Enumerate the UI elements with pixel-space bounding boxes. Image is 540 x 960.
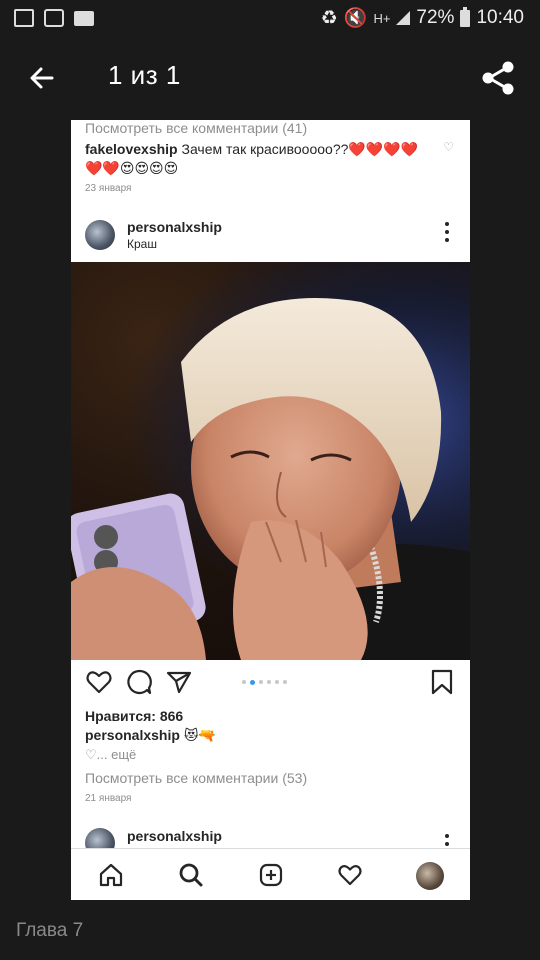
- post-date: 21 января: [85, 793, 132, 804]
- more-options-icon[interactable]: [444, 222, 450, 242]
- music-notification-icon: [44, 9, 64, 27]
- caption-username[interactable]: personalxship: [85, 727, 180, 743]
- bookmark-icon[interactable]: [428, 668, 456, 696]
- caption-more-link[interactable]: ♡... ещё: [85, 747, 136, 763]
- likes-count[interactable]: Нравится: 866: [85, 708, 183, 724]
- comment-icon[interactable]: [125, 668, 153, 696]
- activity-heart-icon[interactable]: [337, 862, 363, 888]
- send-icon[interactable]: [165, 668, 193, 696]
- app-bar: 1 из 1: [0, 42, 540, 114]
- avatar[interactable]: [85, 220, 115, 250]
- search-icon[interactable]: [178, 862, 204, 888]
- post-header: personalxship Краш: [71, 210, 470, 260]
- page-counter-title: 1 из 1: [108, 60, 181, 90]
- post-username[interactable]: personalxship: [127, 219, 222, 235]
- carousel-dot: [242, 680, 246, 684]
- profile-avatar[interactable]: [416, 862, 444, 890]
- bottom-tab-bar: [71, 848, 470, 900]
- chapter-label: Глава 7: [16, 920, 84, 941]
- carousel-indicator: [242, 679, 287, 685]
- share-icon[interactable]: [478, 58, 518, 98]
- carousel-dot: [283, 680, 287, 684]
- post-caption: personalxship 😻🔫: [85, 727, 216, 744]
- instagram-screenshot: Посмотреть все комментарии (41) fakelove…: [71, 120, 470, 900]
- back-arrow-icon[interactable]: [26, 62, 58, 94]
- network-type: H+: [373, 10, 391, 26]
- caption-text: 😻🔫: [183, 727, 216, 743]
- next-post-header: personalxship: [71, 820, 470, 858]
- battery-icon: [460, 6, 471, 27]
- comment-like-icon[interactable]: ♡: [443, 140, 454, 154]
- view-all-comments-link[interactable]: Посмотреть все комментарии (41): [85, 120, 307, 136]
- clock: 10:40: [476, 7, 524, 28]
- home-icon[interactable]: [98, 862, 124, 888]
- recycle-icon: ♻: [320, 7, 338, 29]
- folder-notification-icon: [74, 10, 94, 26]
- battery-percent: 72%: [416, 7, 455, 28]
- portrait-photo-illustration: [71, 262, 470, 660]
- add-post-icon[interactable]: [258, 862, 284, 888]
- carousel-dot: [267, 680, 271, 684]
- signal-icon: [396, 11, 411, 25]
- mute-icon: 🔇: [343, 8, 368, 29]
- comment: fakelovexship Зачем так красивооооо??❤️❤…: [85, 140, 430, 178]
- comment-date: 23 января: [85, 183, 132, 194]
- post-location[interactable]: Краш: [127, 237, 157, 251]
- carousel-dot: [275, 680, 279, 684]
- post-actions: [71, 668, 470, 700]
- like-heart-icon[interactable]: [85, 668, 113, 696]
- image-notification-icon: [14, 9, 34, 27]
- carousel-dot: [259, 680, 263, 684]
- post-username[interactable]: personalxship: [127, 828, 222, 844]
- comment-username[interactable]: fakelovexship: [85, 141, 178, 157]
- view-all-comments-link[interactable]: Посмотреть все комментарии (53): [85, 770, 307, 786]
- carousel-dot-active: [250, 679, 255, 685]
- post-photo[interactable]: [71, 262, 470, 660]
- status-bar: ♻ 🔇 H+ 72% 10:40: [0, 0, 540, 36]
